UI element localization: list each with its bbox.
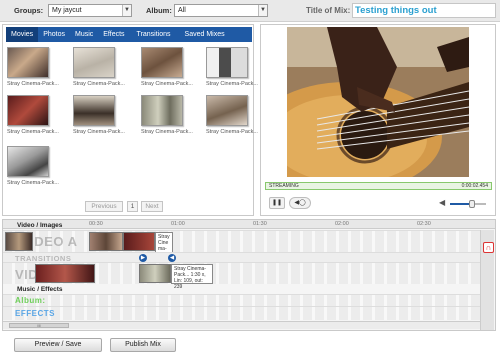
library-item[interactable]: Stray Cinema-Pack... — [7, 47, 59, 87]
effects-track-label: EFFECTS — [15, 309, 55, 318]
magnet-icon[interactable]: ∩ — [483, 242, 494, 253]
transition-out-icon[interactable]: ◀ — [168, 254, 176, 262]
library-item[interactable]: Stray Cinema-Pack... — [206, 47, 258, 87]
album-select[interactable]: All ▼ — [174, 4, 268, 17]
item-caption: Stray Cinema-Pack... — [7, 129, 59, 135]
track-label-video-images: Video / Images — [17, 222, 63, 229]
video-thumbnail — [73, 47, 115, 78]
ruler-tick: 02:00 — [335, 221, 349, 227]
speaker-icon: ◀ — [439, 198, 446, 207]
chevron-down-icon: ▼ — [258, 5, 267, 16]
tab-effects[interactable]: Effects — [98, 27, 129, 42]
library-item[interactable]: Stray Cinema-Pack... — [73, 95, 125, 135]
ruler-tick: 01:00 — [171, 221, 185, 227]
mix-title-label: Title of Mix: — [306, 6, 351, 15]
next-button[interactable]: Next — [141, 201, 163, 212]
video-thumbnail — [141, 47, 183, 78]
item-caption: Stray Cinema-Pack... — [141, 129, 193, 135]
groups-select[interactable]: My jaycut ▼ — [48, 4, 132, 17]
scrollbar-thumb[interactable]: III — [9, 323, 69, 328]
tab-movies[interactable]: Movies — [6, 27, 39, 42]
album-select-value: All — [178, 7, 186, 14]
preview-save-button[interactable]: Preview / Save — [14, 338, 102, 352]
item-caption: Stray Cinema-Pack... — [206, 129, 258, 135]
tab-saved-mixes[interactable]: Saved Mixes — [178, 27, 232, 42]
stream-progress-bar[interactable]: STREAMING 0:00:02.454 — [265, 182, 492, 190]
album-track[interactable]: Album: — [3, 294, 481, 306]
item-caption: Stray Cinema-Pack... — [141, 81, 193, 87]
library-tabs: Movies Photos Music Effects Transitions … — [6, 27, 252, 42]
clip-tooltip: Stray Cinema-Pack... 1:30 x, Lin: 109, o… — [171, 264, 213, 290]
ruler-tick: 00:30 — [89, 221, 103, 227]
video-editor-app: Groups: My jaycut ▼ Album: All ▼ Title o… — [0, 0, 500, 357]
stream-time: 0:00:02.454 — [461, 183, 488, 189]
timeline-clip[interactable] — [5, 232, 33, 251]
library-item[interactable]: Stray Cinema-Pack... — [141, 95, 193, 135]
video-thumbnail — [7, 95, 49, 126]
toggle-icon: ◀◯ — [294, 200, 306, 206]
album-track-label: Album: — [15, 296, 46, 305]
timeline-horizontal-scrollbar[interactable]: III — [3, 321, 481, 329]
media-library-panel: Movies Photos Music Effects Transitions … — [2, 24, 258, 216]
effects-track[interactable]: EFFECTS — [3, 306, 481, 320]
album-label: Album: — [146, 6, 172, 15]
stream-status: STREAMING — [269, 183, 299, 189]
item-caption: Stray Cinema-Pack... — [7, 81, 59, 87]
video-a-track[interactable]: VIDEO A Stray Cine ma- — [3, 230, 481, 253]
item-caption: Stray Cinema-Pack... — [73, 129, 125, 135]
timeline-ruler[interactable]: 00:30 01:00 01:30 02:00 02:30 — [3, 220, 495, 229]
video-thumbnail — [206, 47, 248, 78]
groups-label: Groups: — [14, 6, 44, 15]
item-caption: Stray Cinema-Pack... — [206, 81, 258, 87]
tab-photos[interactable]: Photos — [38, 27, 70, 42]
video-frame-image — [287, 27, 469, 177]
library-item[interactable]: Stray Cinema-Pack... — [73, 47, 125, 87]
library-item[interactable]: Stray Cinema-Pack... — [7, 95, 59, 135]
previous-button[interactable]: Previous — [85, 201, 123, 212]
pause-icon: ❚❚ — [271, 200, 283, 206]
preview-panel: STREAMING 0:00:02.454 ❚❚ ◀◯ ◀ — [260, 24, 496, 216]
volume-slider[interactable] — [450, 200, 486, 208]
video-thumbnail — [7, 47, 49, 78]
video-thumbnail — [206, 95, 248, 126]
video-thumbnail — [141, 95, 183, 126]
transitions-track[interactable]: TRANSITIONS ▶ ◀ — [3, 252, 481, 263]
publish-mix-button[interactable]: Publish Mix — [110, 338, 176, 352]
item-caption: Stray Cinema-Pack... — [73, 81, 125, 87]
tab-transitions[interactable]: Transitions — [130, 27, 178, 42]
pause-button[interactable]: ❚❚ — [269, 197, 285, 209]
timeline-vertical-scrollbar[interactable]: ∩ — [480, 230, 494, 330]
groups-select-value: My jaycut — [52, 7, 82, 14]
track-label-music-effects: Music / Effects — [17, 286, 63, 293]
ruler-tick: 02:30 — [417, 221, 431, 227]
top-bar: Groups: My jaycut ▼ Album: All ▼ Title o… — [0, 0, 500, 22]
video-thumbnail — [73, 95, 115, 126]
library-item[interactable]: Stray Cinema-Pack... — [141, 47, 193, 87]
ruler-tick: 01:30 — [253, 221, 267, 227]
video-player[interactable] — [287, 27, 469, 177]
timeline-clip[interactable] — [139, 264, 171, 283]
timeline-clip[interactable] — [123, 232, 155, 251]
timeline-clip[interactable] — [89, 232, 123, 251]
playback-toggle[interactable]: ◀◯ — [289, 197, 311, 209]
tab-music[interactable]: Music — [70, 27, 98, 42]
volume-knob[interactable] — [468, 200, 475, 208]
item-caption: Stray Cinema-Pack... — [7, 180, 59, 186]
transition-in-icon[interactable]: ▶ — [139, 254, 147, 262]
timeline-clip[interactable] — [35, 264, 95, 283]
library-item[interactable]: Stray Cinema-Pack... — [7, 146, 59, 186]
page-number[interactable]: 1 — [127, 201, 138, 212]
chevron-down-icon: ▼ — [122, 5, 131, 16]
mix-title-input[interactable]: Testing things out — [352, 3, 496, 18]
video-thumbnail — [7, 146, 49, 177]
library-item[interactable]: Stray Cinema-Pack... — [206, 95, 258, 135]
timeline-panel: 00:30 01:00 01:30 02:00 02:30 Video / Im… — [2, 219, 496, 331]
clip-tooltip: Stray Cine ma- — [155, 232, 173, 253]
video-b-track[interactable]: VIDEO B Stray Cinema-Pack... 1:30 x, Lin… — [3, 262, 481, 290]
